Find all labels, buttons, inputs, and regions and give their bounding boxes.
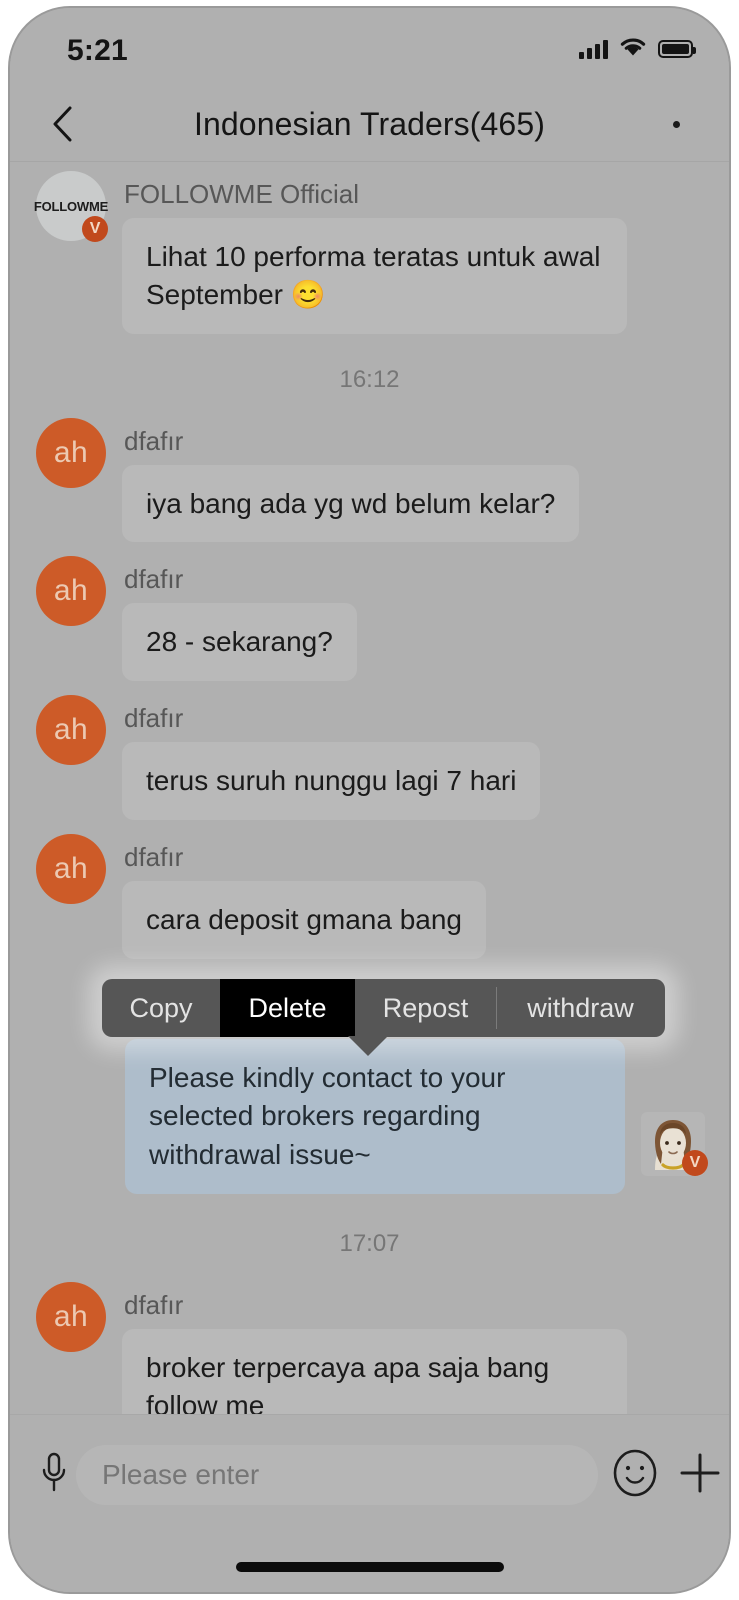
message-row[interactable]: ah dfafır 28 - sekarang? [10,556,729,682]
message-bubble[interactable]: terus suruh nunggu lagi 7 hari [122,742,541,820]
message-sender: dfafır [124,1289,184,1320]
message-bubble[interactable]: broker terpercaya apa saja bang follow m… [122,1328,627,1419]
message-row-outgoing[interactable]: Please kindly contact to your selected b… [10,1038,729,1194]
phone-screen: 5:21 Indonesian Traders(465) FOLLOWME V … [10,8,729,1592]
avatar-label: ah [53,435,89,469]
avatar[interactable]: V [641,1111,708,1176]
avatar[interactable]: ah [36,417,106,488]
avatar[interactable]: ah [36,1281,106,1352]
voice-message-button[interactable] [26,1447,82,1503]
message-bubble[interactable]: Lihat 10 performa teratas untuk awal Sep… [122,218,627,334]
timestamp-separator: 16:12 [339,365,400,393]
avatar[interactable]: FOLLOWME V [33,171,109,242]
plus-icon [677,1450,723,1501]
message-list[interactable]: FOLLOWME V FOLLOWME Official Lihat 10 pe… [10,163,729,1419]
page-title: Indonesian Traders(465) [194,105,545,142]
context-menu-item-repost[interactable]: Repost [355,979,496,1037]
home-indicator [235,1562,504,1572]
avatar[interactable]: ah [36,556,106,627]
message-input-bar: Please enter [10,1414,729,1592]
message-row-followme[interactable]: FOLLOWME V FOLLOWME Official Lihat 10 pe… [10,163,729,334]
message-sender: dfafır [124,425,184,456]
message-bubble[interactable]: cara deposit gmana bang [122,880,486,959]
add-attachment-button[interactable] [672,1447,728,1503]
context-menu-item-withdraw[interactable]: withdraw [496,979,665,1037]
message-input-placeholder: Please enter [102,1459,260,1490]
context-menu-item-delete[interactable]: Delete [220,979,355,1037]
message-row[interactable]: ah dfafır terus suruh nunggu lagi 7 hari [10,695,729,820]
microphone-icon [39,1451,69,1500]
avatar-label: ah [53,574,89,608]
avatar-label: ah [53,851,89,885]
message-bubble[interactable]: 28 - sekarang? [122,603,357,682]
message-body: dfafır broker terpercaya apa saja bang f… [122,1282,709,1419]
context-menu-item-copy[interactable]: Copy [102,979,220,1037]
avatar-label: ah [53,713,89,747]
avatar-label: ah [53,1299,89,1333]
avatar[interactable]: ah [36,833,106,904]
message-sender: dfafır [124,564,184,595]
message-body: FOLLOWME Official Lihat 10 performa tera… [122,171,709,334]
avatar-label: FOLLOWME [33,198,109,214]
smiley-face-icon [610,1448,660,1503]
context-menu-arrow-icon [348,1036,388,1056]
message-body: dfafır terus suruh nunggu lagi 7 hari [122,695,709,820]
chat-header: Indonesian Traders(465) [10,86,729,162]
verified-badge-icon: V [682,1149,708,1176]
timestamp-separator: 17:07 [339,1229,400,1257]
message-bubble-outgoing[interactable]: Please kindly contact to your selected b… [125,1038,625,1194]
message-bubble[interactable]: iya bang ada yg wd belum kelar? [122,464,580,543]
message-sender: FOLLOWME Official [124,179,360,209]
wifi-icon [619,36,647,62]
more-horizontal-icon [672,120,680,128]
avatar[interactable]: ah [36,695,106,766]
message-sender: dfafır [124,841,184,872]
message-text-input[interactable]: Please enter [76,1445,598,1505]
message-body: dfafır iya bang ada yg wd belum kelar? [122,418,709,543]
verified-badge-icon: V [82,216,108,242]
message-sender: dfafır [124,703,184,734]
phone-frame: 5:21 Indonesian Traders(465) FOLLOWME V … [8,6,731,1594]
message-context-menu[interactable]: Copy Delete Repost withdraw [102,979,665,1037]
more-options-button[interactable] [651,100,701,148]
message-row[interactable]: ah dfafır broker terpercaya apa saja ban… [10,1281,729,1419]
message-row[interactable]: ah dfafır iya bang ada yg wd belum kelar… [10,417,729,543]
emoji-picker-button[interactable] [608,1448,662,1502]
cellular-signal-icon [579,39,608,59]
message-row[interactable]: ah dfafır cara deposit gmana bang [10,833,729,959]
status-bar-time: 5:21 [67,34,128,67]
status-bar: 5:21 [10,8,729,86]
status-bar-icons [579,36,696,62]
message-body: dfafır cara deposit gmana bang [122,834,709,959]
battery-full-icon [658,40,696,58]
message-body: dfafır 28 - sekarang? [122,556,709,682]
